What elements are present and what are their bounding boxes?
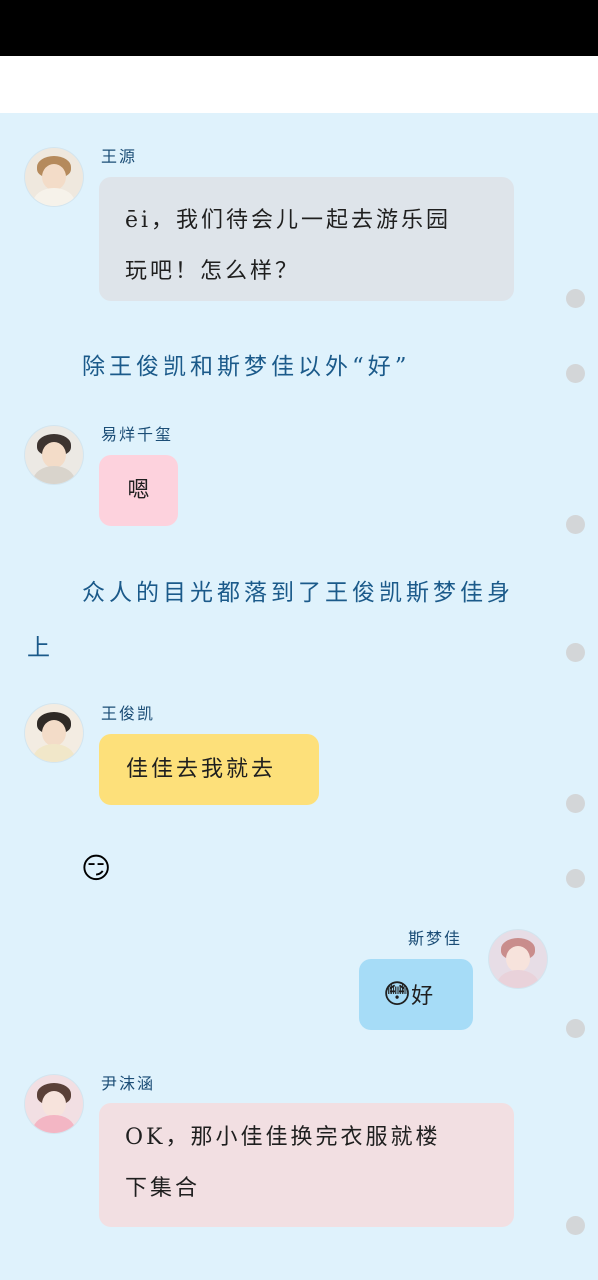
- avatar-wangyuan[interactable]: [25, 148, 83, 206]
- status-bar: [0, 0, 598, 56]
- message-text: 嗯: [127, 478, 153, 503]
- message-text: 佳佳去我就去: [126, 757, 277, 782]
- sender-name: 斯梦佳: [408, 929, 463, 948]
- select-dot[interactable]: [566, 643, 585, 662]
- message-bubble[interactable]: OK，那小佳佳换完衣服就楼 下集合: [99, 1103, 514, 1227]
- select-dot[interactable]: [566, 515, 585, 534]
- sender-name: 王俊凯: [101, 704, 156, 723]
- chat-area[interactable]: 王源 ēi，我们待会儿一起去游乐园 玩吧！怎么样？ 除王俊凯和斯梦佳以外“好” …: [0, 113, 598, 1280]
- message-text: 好: [411, 984, 437, 1009]
- select-dot[interactable]: [566, 1216, 585, 1235]
- message-bubble[interactable]: 嗯: [99, 455, 178, 526]
- narration-text: 众人的目光都落到了王俊凯斯梦佳身: [82, 580, 514, 606]
- select-dot[interactable]: [566, 794, 585, 813]
- message-text-line: 下集合: [125, 1176, 201, 1201]
- message-text-line: OK，那小佳佳换完衣服就楼: [125, 1125, 441, 1150]
- message-bubble[interactable]: ēi，我们待会儿一起去游乐园 玩吧！怎么样？: [99, 177, 514, 301]
- message-bubble[interactable]: 佳佳去我就去: [99, 734, 319, 805]
- sender-name: 王源: [101, 147, 138, 166]
- select-dot[interactable]: [566, 869, 585, 888]
- narration-text: 除王俊凯和斯梦佳以外“好”: [82, 354, 411, 380]
- avatar-simengjia[interactable]: [489, 930, 547, 988]
- sender-name: 易烊千玺: [101, 425, 174, 444]
- message-text-line: 玩吧！怎么样？: [125, 259, 301, 284]
- select-dot[interactable]: [566, 289, 585, 308]
- narration-text: 上: [27, 635, 54, 661]
- select-dot[interactable]: [566, 364, 585, 383]
- message-text-line: ēi，我们待会儿一起去游乐园: [125, 208, 452, 233]
- top-header: [0, 56, 598, 113]
- flushed-emoji-icon: 😳: [383, 979, 412, 1010]
- smirk-emoji-icon: 😏: [81, 851, 112, 885]
- message-bubble[interactable]: 😳好: [359, 959, 473, 1030]
- avatar-yiyangqianxi[interactable]: [25, 426, 83, 484]
- avatar-yinmohan[interactable]: [25, 1075, 83, 1133]
- avatar-wangjunkai[interactable]: [25, 704, 83, 762]
- select-dot[interactable]: [566, 1019, 585, 1038]
- sender-name: 尹沫涵: [101, 1074, 156, 1093]
